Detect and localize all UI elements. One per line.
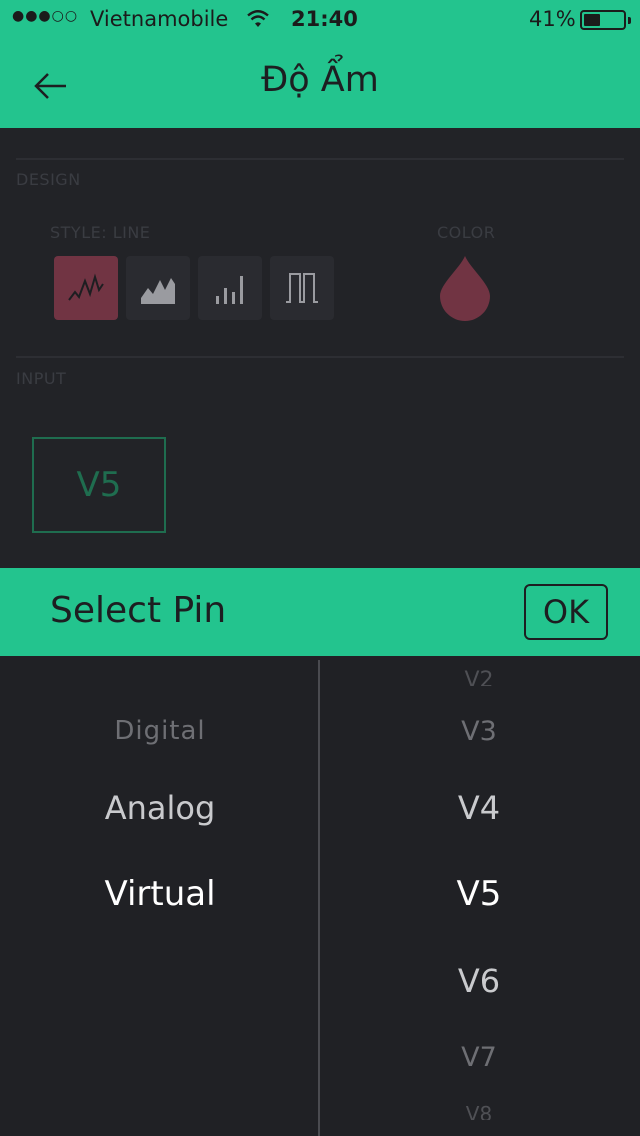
picker-pin-item-selected[interactable]: V5 <box>320 874 638 914</box>
battery-percent: 41% <box>529 7 576 31</box>
picker-pin-item[interactable]: V2 <box>320 668 638 686</box>
carrier-name: Vietnamobile <box>90 7 229 31</box>
pin-picker[interactable]: Digital Analog Virtual V2 V3 V4 V5 V6 V7… <box>0 656 640 1136</box>
design-section-label: DESIGN <box>16 170 81 189</box>
style-area-button[interactable] <box>126 256 190 320</box>
select-pin-header: Select Pin OK <box>0 568 640 656</box>
picker-pin-item[interactable]: V7 <box>320 1042 638 1073</box>
area-chart-icon <box>141 278 175 304</box>
signal-strength-icon: ●●●○○ <box>12 8 79 24</box>
ok-button[interactable]: OK <box>524 584 608 640</box>
picker-pin-item[interactable]: V3 <box>320 716 638 747</box>
binary-chart-icon <box>286 273 318 303</box>
clock: 21:40 <box>291 7 358 31</box>
page-title: Độ Ẩm <box>261 60 379 100</box>
select-pin-title: Select Pin <box>50 590 227 631</box>
status-bar: ●●●○○ Vietnamobile 21:40 41% <box>0 0 640 40</box>
battery-fill <box>584 14 600 26</box>
divider <box>16 356 624 358</box>
bar-chart-icon <box>216 276 243 304</box>
picker-type-item-selected[interactable]: Virtual <box>0 874 320 914</box>
style-bar-button[interactable] <box>198 256 262 320</box>
color-label: COLOR <box>437 223 496 242</box>
back-arrow-icon[interactable] <box>28 66 72 106</box>
color-drop-icon[interactable] <box>438 254 492 322</box>
style-label: STYLE: LINE <box>50 223 151 242</box>
divider <box>16 158 624 160</box>
wifi-icon <box>247 10 269 27</box>
input-section-label: INPUT <box>16 369 67 388</box>
picker-type-item[interactable]: Digital <box>0 716 320 746</box>
top-header: ●●●○○ Vietnamobile 21:40 41% Độ Ẩm <box>0 0 640 128</box>
line-chart-icon <box>68 273 104 301</box>
picker-type-item[interactable]: Analog <box>0 789 320 827</box>
style-binary-button[interactable] <box>270 256 334 320</box>
pin-selector-button[interactable]: V5 <box>32 437 166 533</box>
picker-pin-item[interactable]: V8 <box>320 1102 638 1120</box>
battery-icon <box>580 10 631 30</box>
picker-pin-item[interactable]: V4 <box>320 789 638 827</box>
picker-pin-item[interactable]: V6 <box>320 962 638 1000</box>
style-line-button[interactable] <box>54 256 118 320</box>
